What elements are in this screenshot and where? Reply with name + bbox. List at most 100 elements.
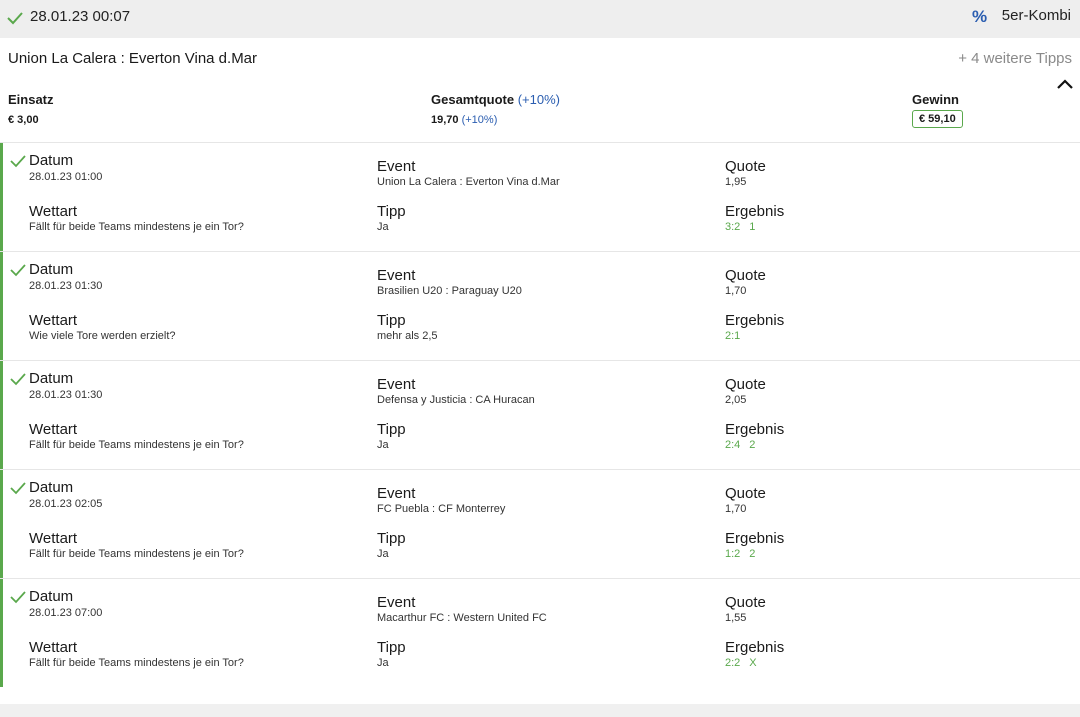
wettart-value: Fällt für beide Teams mindestens je ein … <box>29 439 244 451</box>
status-bar <box>0 579 3 687</box>
einsatz-label: Einsatz <box>8 92 54 107</box>
datum-label: Datum <box>29 479 74 496</box>
datum-label: Datum <box>29 370 74 387</box>
datum-value: 28.01.23 07:00 <box>29 607 103 619</box>
event-value: Brasilien U20 : Paraguay U20 <box>377 285 522 297</box>
leg-row: Datum 28.01.23 02:05 Event FC Puebla : CF M… <box>0 470 1080 578</box>
ergebnis-outcome: X <box>749 657 757 669</box>
gesamtquote-value-bonus: (+10%) <box>461 114 498 126</box>
gewinn-badge: € 59,10 <box>912 110 963 128</box>
quote-label: Quote <box>725 376 766 393</box>
event-label: Event <box>377 158 416 175</box>
tipp-label: Tipp <box>377 421 406 438</box>
event-label: Event <box>377 376 416 393</box>
datum-label: Datum <box>29 588 74 605</box>
tipp-value: Ja <box>377 439 389 451</box>
ergebnis-outcome: 1 <box>749 221 756 233</box>
ergebnis-value: 1:2 2 <box>725 548 755 560</box>
check-icon <box>10 155 26 168</box>
ergebnis-outcome: 2 <box>749 548 756 560</box>
leg-row: Datum 28.01.23 07:00 Event Macarthur FC : W… <box>0 579 1080 687</box>
event-value: Union La Calera : Everton Vina d.Mar <box>377 176 560 188</box>
datum-value: 28.01.23 02:05 <box>29 498 103 510</box>
status-bar <box>0 143 3 251</box>
chevron-up-icon[interactable] <box>1056 78 1074 90</box>
ergebnis-label: Ergebnis <box>725 203 785 220</box>
ergebnis-label: Ergebnis <box>725 312 785 329</box>
bet-type-label: 5er-Kombi <box>1001 7 1071 24</box>
leg-row: Datum 28.01.23 01:30 Event Defensa y Justic… <box>0 361 1080 469</box>
ergebnis-score: 3:2 <box>725 221 741 233</box>
match-title: Union La Calera : Everton Vina d.Mar <box>8 50 258 67</box>
check-icon <box>10 373 26 386</box>
bet-header-bar[interactable]: 28.01.23 00:07 % 5er-Kombi <box>0 0 1080 38</box>
ergebnis-label: Ergebnis <box>725 421 785 438</box>
check-icon <box>10 264 26 277</box>
tipp-value: Ja <box>377 657 389 669</box>
wettart-label: Wettart <box>29 639 78 656</box>
wettart-value: Fällt für beide Teams mindestens je ein … <box>29 548 244 560</box>
gesamtquote-value: 19,70 (+10%) <box>431 114 498 126</box>
wettart-value: Fällt für beide Teams mindestens je ein … <box>29 657 244 669</box>
datum-value: 28.01.23 01:30 <box>29 389 103 401</box>
datum-value: 28.01.23 01:00 <box>29 171 103 183</box>
tipp-label: Tipp <box>377 639 406 656</box>
wettart-value: Wie viele Tore werden erzielt? <box>29 330 176 342</box>
tipp-label: Tipp <box>377 312 406 329</box>
check-icon <box>7 12 23 25</box>
more-tipps-link[interactable]: + 4 weitere Tipps <box>958 50 1072 67</box>
status-bar <box>0 361 3 469</box>
percent-icon: % <box>972 7 988 26</box>
datum-label: Datum <box>29 152 74 169</box>
tipp-value: Ja <box>377 548 389 560</box>
bet-datetime: 28.01.23 00:07 <box>30 8 131 25</box>
ergebnis-value: 2:2 X <box>725 657 757 669</box>
quote-label: Quote <box>725 158 766 175</box>
event-value: Macarthur FC : Western United FC <box>377 612 547 624</box>
bet-detail-card: Union La Calera : Everton Vina d.Mar + 4… <box>0 38 1080 704</box>
event-label: Event <box>377 594 416 611</box>
ergebnis-value: 2:4 2 <box>725 439 755 451</box>
wettart-label: Wettart <box>29 203 78 220</box>
tipp-value: mehr als 2,5 <box>377 330 438 342</box>
leg-row: Datum 28.01.23 01:30 Event Brasilien U20 : … <box>0 252 1080 360</box>
ergebnis-label: Ergebnis <box>725 530 785 547</box>
event-label: Event <box>377 267 416 284</box>
quote-label: Quote <box>725 594 766 611</box>
quote-label: Quote <box>725 485 766 502</box>
datum-value: 28.01.23 01:30 <box>29 280 103 292</box>
quote-value: 2,05 <box>725 394 747 406</box>
gesamtquote-label: Gesamtquote (+10%) <box>431 92 560 107</box>
status-bar <box>0 252 3 360</box>
ergebnis-score: 2:4 <box>725 439 741 451</box>
check-icon <box>10 591 26 604</box>
leg-row: Datum 28.01.23 01:00 Event Union La Calera … <box>0 143 1080 251</box>
ergebnis-score: 2:1 <box>725 330 741 342</box>
quote-label: Quote <box>725 267 766 284</box>
status-bar <box>0 470 3 578</box>
event-label: Event <box>377 485 416 502</box>
ergebnis-outcome: 2 <box>749 439 756 451</box>
gesamtquote-bonus: (+10%) <box>517 92 560 107</box>
tipp-label: Tipp <box>377 530 406 547</box>
ergebnis-score: 1:2 <box>725 548 741 560</box>
wettart-label: Wettart <box>29 312 78 329</box>
ergebnis-label: Ergebnis <box>725 639 785 656</box>
quote-value: 1,70 <box>725 285 747 297</box>
einsatz-value: € 3,00 <box>8 114 39 126</box>
wettart-label: Wettart <box>29 530 78 547</box>
gewinn-label: Gewinn <box>912 92 959 107</box>
event-value: FC Puebla : CF Monterrey <box>377 503 506 515</box>
quote-value: 1,70 <box>725 503 747 515</box>
wettart-value: Fällt für beide Teams mindestens je ein … <box>29 221 244 233</box>
ergebnis-score: 2:2 <box>725 657 741 669</box>
tipp-label: Tipp <box>377 203 406 220</box>
event-value: Defensa y Justicia : CA Huracan <box>377 394 535 406</box>
ergebnis-value: 3:2 1 <box>725 221 755 233</box>
datum-label: Datum <box>29 261 74 278</box>
ergebnis-value: 2:1 <box>725 330 749 342</box>
wettart-label: Wettart <box>29 421 78 438</box>
tipp-value: Ja <box>377 221 389 233</box>
quote-value: 1,95 <box>725 176 747 188</box>
quote-value: 1,55 <box>725 612 747 624</box>
